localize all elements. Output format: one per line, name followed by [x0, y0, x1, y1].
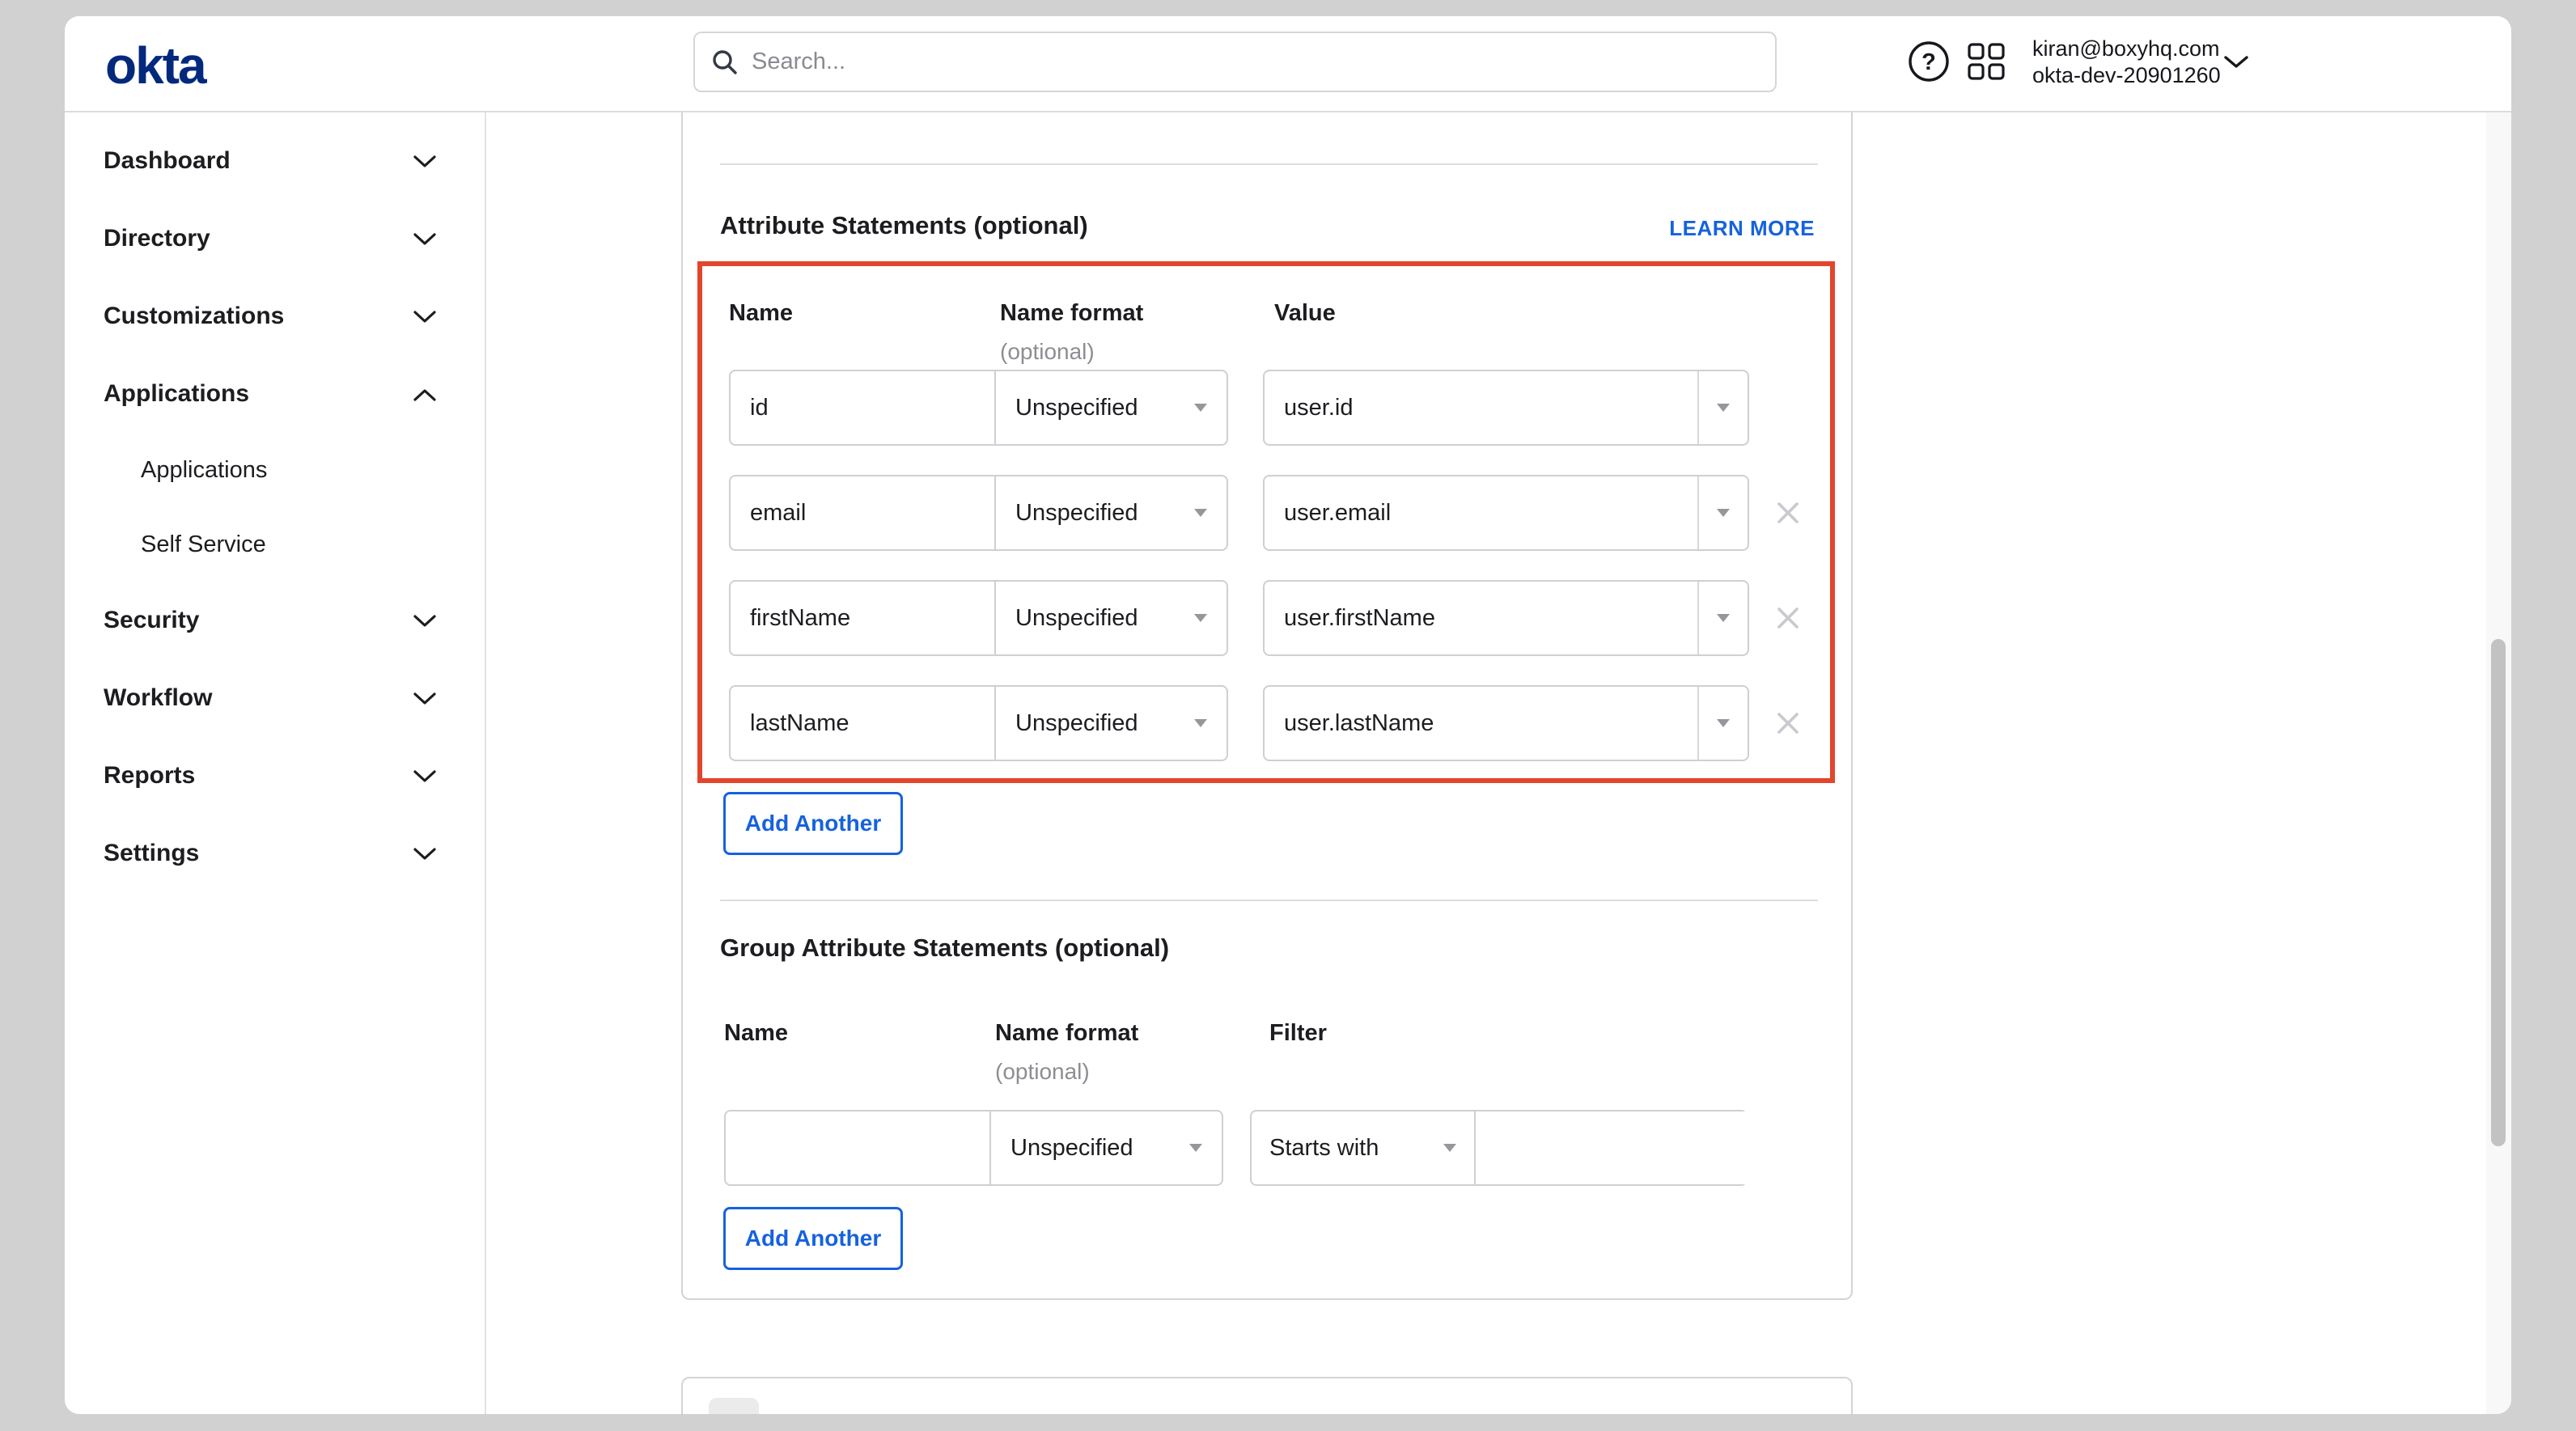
- main-content: Attribute Statements (optional) LEARN MO…: [488, 112, 2486, 1414]
- chevron-down-icon: [1194, 404, 1207, 412]
- name-format-select[interactable]: Unspecified: [996, 685, 1228, 761]
- section-divider: [720, 900, 1818, 901]
- attribute-row: Unspecified user.email: [702, 475, 1830, 551]
- chevron-down-icon: [1194, 614, 1207, 622]
- learn-more-link[interactable]: LEARN MORE: [1669, 216, 1815, 241]
- section-divider: [720, 163, 1818, 165]
- vertical-scrollbar[interactable]: [2486, 16, 2511, 1414]
- search-icon: [711, 49, 739, 76]
- account-menu[interactable]: kiran@boxyhq.com okta-dev-20901260: [2032, 36, 2221, 89]
- app-window: okta ? kiran@boxyhq.com okta-: [65, 16, 2511, 1414]
- filter-value-input[interactable]: [1476, 1111, 1816, 1184]
- chevron-down-icon: [413, 684, 436, 712]
- annotation-highlight-box: Name Name format (optional) Value Unspec…: [697, 261, 1835, 783]
- column-header-name: Name: [724, 1020, 788, 1047]
- sidebar-item-settings[interactable]: Settings: [65, 815, 485, 892]
- attribute-name-input[interactable]: [729, 370, 996, 446]
- remove-row-button[interactable]: [1769, 685, 1807, 761]
- attribute-statements-title: Attribute Statements (optional): [720, 211, 1088, 240]
- sidebar-item-directory[interactable]: Directory: [65, 200, 485, 277]
- account-email: kiran@boxyhq.com: [2032, 36, 2221, 62]
- global-search[interactable]: [693, 32, 1777, 92]
- account-org: okta-dev-20901260: [2032, 62, 2221, 89]
- chevron-down-icon: [1443, 1144, 1456, 1152]
- sidebar-item-customizations[interactable]: Customizations: [65, 277, 485, 355]
- sidebar-subitem-applications[interactable]: Applications: [65, 433, 485, 507]
- chevron-down-icon: [1697, 582, 1748, 654]
- attribute-name-input[interactable]: [729, 580, 996, 656]
- chevron-down-icon: [1697, 476, 1748, 549]
- remove-row-button[interactable]: [1769, 475, 1807, 551]
- help-button[interactable]: ?: [1908, 40, 1950, 85]
- attribute-row: Unspecified user.lastName: [702, 685, 1830, 761]
- sidebar-subitem-self-service[interactable]: Self Service: [65, 507, 485, 582]
- chevron-down-icon: [413, 225, 436, 252]
- group-attribute-statements-title: Group Attribute Statements (optional): [720, 934, 1169, 963]
- column-header-optional-note: (optional): [1000, 339, 1095, 365]
- group-filter-combo: Starts with: [1250, 1110, 1748, 1186]
- column-header-name: Name: [729, 300, 793, 327]
- app-logo-placeholder: [709, 1398, 759, 1414]
- name-format-select[interactable]: Unspecified: [996, 580, 1228, 656]
- chevron-down-icon: [1189, 1144, 1202, 1152]
- account-chevron-down-icon: [2223, 55, 2249, 74]
- add-another-attribute-button[interactable]: Add Another: [723, 792, 903, 855]
- apps-grid-icon: [1968, 43, 2005, 80]
- sidebar-nav: Dashboard Directory Customizations Appli…: [65, 112, 486, 1414]
- chevron-down-icon: [1697, 371, 1748, 444]
- attribute-row: Unspecified user.id: [702, 370, 1830, 446]
- sidebar-item-security[interactable]: Security: [65, 582, 485, 659]
- scrollbar-thumb[interactable]: [2491, 639, 2506, 1146]
- column-header-name-format: Name format: [995, 1020, 1138, 1047]
- attribute-value-combobox[interactable]: user.id: [1263, 370, 1749, 446]
- column-header-value: Value: [1274, 300, 1336, 327]
- apps-grid-button[interactable]: [1968, 43, 2005, 83]
- close-icon: [1775, 500, 1801, 526]
- attribute-value-combobox[interactable]: user.email: [1263, 475, 1749, 551]
- column-header-optional-note: (optional): [995, 1059, 1090, 1085]
- attribute-value-combobox[interactable]: user.lastName: [1263, 685, 1749, 761]
- add-another-group-attribute-button[interactable]: Add Another: [723, 1207, 903, 1270]
- group-name-format-select[interactable]: Unspecified: [991, 1110, 1223, 1186]
- name-format-select[interactable]: Unspecified: [996, 475, 1228, 551]
- group-name-input[interactable]: [724, 1110, 991, 1186]
- help-icon: ?: [1908, 40, 1950, 83]
- attribute-name-input[interactable]: [729, 685, 996, 761]
- next-section-card: [681, 1377, 1853, 1414]
- chevron-down-icon: [1194, 509, 1207, 517]
- okta-logo[interactable]: okta: [105, 36, 205, 95]
- attribute-name-input[interactable]: [729, 475, 996, 551]
- filter-type-select[interactable]: Starts with: [1252, 1111, 1476, 1184]
- name-format-select[interactable]: Unspecified: [996, 370, 1228, 446]
- search-input[interactable]: [752, 49, 1759, 75]
- sidebar-item-applications[interactable]: Applications: [65, 355, 485, 433]
- close-icon: [1775, 710, 1801, 736]
- column-header-filter: Filter: [1269, 1020, 1327, 1047]
- remove-row-button[interactable]: [1769, 580, 1807, 656]
- chevron-down-icon: [413, 147, 436, 175]
- attribute-row: Unspecified user.firstName: [702, 580, 1830, 656]
- chevron-down-icon: [1194, 719, 1207, 727]
- chevron-down-icon: [413, 762, 436, 790]
- saml-settings-card: Attribute Statements (optional) LEARN MO…: [681, 112, 1853, 1300]
- svg-text:?: ?: [1921, 49, 1936, 75]
- sidebar-item-reports[interactable]: Reports: [65, 737, 485, 815]
- top-bar: okta ? kiran@boxyhq.com okta-: [65, 16, 2511, 112]
- group-attribute-row: Unspecified Starts with: [683, 1110, 1825, 1186]
- chevron-up-icon: [413, 380, 436, 408]
- sidebar-item-workflow[interactable]: Workflow: [65, 659, 485, 737]
- chevron-down-icon: [413, 840, 436, 867]
- chevron-down-icon: [413, 607, 436, 634]
- column-header-name-format: Name format: [1000, 300, 1143, 327]
- chevron-down-icon: [413, 303, 436, 330]
- attribute-value-combobox[interactable]: user.firstName: [1263, 580, 1749, 656]
- close-icon: [1775, 605, 1801, 631]
- chevron-down-icon: [1697, 687, 1748, 760]
- sidebar-item-dashboard[interactable]: Dashboard: [65, 122, 485, 200]
